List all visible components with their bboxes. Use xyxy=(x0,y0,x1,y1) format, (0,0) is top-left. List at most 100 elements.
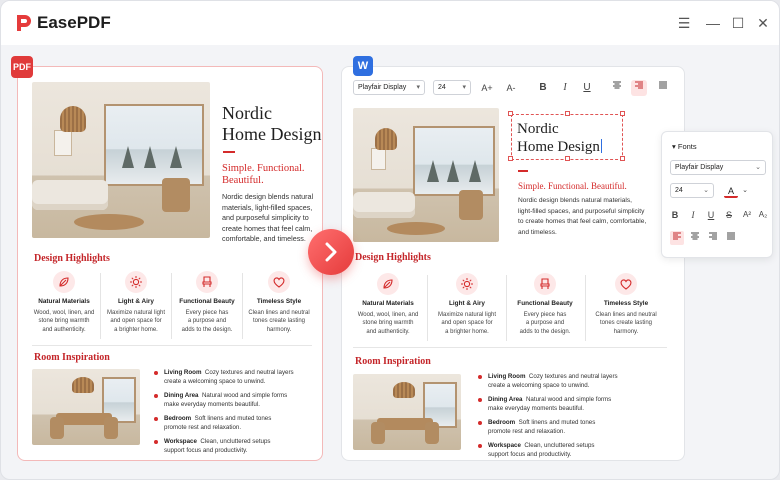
align-center-icon xyxy=(691,232,699,240)
shrink-font-button[interactable]: A- xyxy=(503,80,519,96)
word-badge: W xyxy=(353,56,373,76)
heart-icon xyxy=(615,273,637,295)
doc-subtitle: Simple. Functional. Beautiful. xyxy=(222,163,305,186)
font-color-button[interactable]: A xyxy=(724,184,738,198)
inspiration-heading[interactable]: Room Inspiration xyxy=(355,356,431,367)
chair-icon xyxy=(196,271,218,293)
panel-superscript-button[interactable]: A² xyxy=(740,208,754,222)
panel-font-size-select[interactable]: 24 ⌄ xyxy=(670,183,714,198)
app-name: EasePDF xyxy=(37,13,111,32)
chair-icon xyxy=(534,273,556,295)
list-item[interactable]: Bedroom Soft linens and muted tones promo… xyxy=(478,419,668,436)
panel-bold-button[interactable]: B xyxy=(668,208,682,222)
title-bar: EasePDF ☰ — ☐ ✕ xyxy=(1,1,779,45)
feature-functional-beauty[interactable]: Functional Beauty Every piece has a purpo… xyxy=(506,273,584,336)
align-center-icon xyxy=(613,81,621,89)
list-item[interactable]: Workspace Clean, uncluttered setups suppo… xyxy=(478,442,668,459)
leaf-icon xyxy=(377,273,399,295)
resize-handle[interactable] xyxy=(565,111,570,116)
highlights-heading[interactable]: Design Highlights xyxy=(355,252,431,263)
align-left-icon xyxy=(673,232,681,240)
title-divider xyxy=(518,170,528,172)
italic-button[interactable]: I xyxy=(557,80,573,96)
resize-handle[interactable] xyxy=(620,111,625,116)
feature-timeless-style[interactable]: Timeless Style Clean lines and neutral to… xyxy=(586,273,666,336)
doc-title-editable[interactable]: Nordic Home Design xyxy=(517,120,602,156)
feature-light-airy[interactable]: Light & Airy Maximize natural light and o… xyxy=(428,273,506,336)
align-right-icon xyxy=(635,81,643,89)
list-item: Workspace Clean, uncluttered setups suppo… xyxy=(154,438,314,455)
menu-button[interactable]: ☰ xyxy=(675,14,693,32)
chevron-down-icon: ▾ xyxy=(416,84,420,91)
list-item: Bedroom Soft linens and muted tones promo… xyxy=(154,415,314,432)
chevron-right-icon xyxy=(325,242,337,262)
align-justify-icon xyxy=(659,81,667,89)
hero-living-room-image xyxy=(353,108,499,242)
panel-subscript-button[interactable]: A₂ xyxy=(756,208,770,222)
room-list: Living Room Cozy textures and neutral la… xyxy=(154,369,314,460)
font-color-dropdown[interactable]: ⌄ xyxy=(738,184,752,198)
panel-align-justify-button[interactable] xyxy=(724,231,738,245)
doc-subtitle[interactable]: Simple. Functional. Beautiful. xyxy=(518,180,627,192)
heart-icon xyxy=(268,271,290,293)
maximize-button[interactable]: ☐ xyxy=(729,14,747,32)
doc-title: Nordic Home Design xyxy=(222,103,322,144)
font-family-select[interactable]: Playfair Display ▾ xyxy=(353,80,425,95)
bold-button[interactable]: B xyxy=(535,80,551,96)
align-center-button[interactable] xyxy=(609,80,625,96)
intro-paragraph: Nordic design blends natural materials, … xyxy=(222,192,314,243)
fonts-panel-title[interactable]: ▾ Fonts xyxy=(672,142,697,151)
resize-handle[interactable] xyxy=(565,156,570,161)
panel-align-right-button[interactable] xyxy=(706,231,720,245)
sun-icon xyxy=(125,271,147,293)
panel-strikethrough-button[interactable]: S xyxy=(722,208,736,222)
convert-arrow-button[interactable] xyxy=(308,229,354,275)
resize-handle[interactable] xyxy=(620,156,625,161)
inspiration-heading: Room Inspiration xyxy=(34,352,110,363)
word-page-editor[interactable]: Nordic Home Design Simple. Functional. B… xyxy=(341,66,685,461)
resize-handle[interactable] xyxy=(508,156,513,161)
align-justify-button[interactable] xyxy=(655,80,671,96)
align-justify-icon xyxy=(727,232,735,240)
feature-natural-materials[interactable]: Natural Materials Wood, wool, linen, and… xyxy=(350,273,426,336)
align-right-button[interactable] xyxy=(631,80,647,96)
dining-room-image xyxy=(32,369,140,445)
panel-underline-button[interactable]: U xyxy=(704,208,718,222)
list-item[interactable]: Dining Area Natural wood and simple form… xyxy=(478,396,668,413)
list-item: Living Room Cozy textures and neutral la… xyxy=(154,369,314,386)
feature-timeless-style: Timeless Style Clean lines and neutral to… xyxy=(244,271,314,334)
font-size-select[interactable]: 24 ▾ xyxy=(433,80,471,95)
leaf-icon xyxy=(53,271,75,293)
intro-paragraph[interactable]: Nordic design blends natural materials, … xyxy=(518,196,646,238)
resize-handle[interactable] xyxy=(508,111,513,116)
sun-icon xyxy=(456,273,478,295)
panel-align-center-button[interactable] xyxy=(688,231,702,245)
text-cursor xyxy=(600,139,602,153)
pdf-page-preview: Nordic Home Design Simple. Functional. B… xyxy=(17,66,323,461)
feature-natural-materials: Natural Materials Wood, wool, linen, and… xyxy=(30,271,98,334)
underline-button[interactable]: U xyxy=(579,80,595,96)
grow-font-button[interactable]: A+ xyxy=(479,80,495,96)
panel-font-family-select[interactable]: Playfair Display ⌄ xyxy=(670,160,766,175)
format-toolbar: Playfair Display ▾ 24 ▾ A+ A- B I U xyxy=(347,75,677,101)
close-button[interactable]: ✕ xyxy=(754,14,772,32)
align-right-icon xyxy=(709,232,717,240)
title-divider xyxy=(223,151,235,153)
list-item[interactable]: Living Room Cozy textures and neutral la… xyxy=(478,373,668,390)
chevron-down-icon: ⌄ xyxy=(703,187,709,194)
panel-italic-button[interactable]: I xyxy=(686,208,700,222)
list-item: Dining Area Natural wood and simple form… xyxy=(154,392,314,409)
minimize-button[interactable]: — xyxy=(704,14,722,32)
feature-functional-beauty: Functional Beauty Every piece has a purpo… xyxy=(173,271,241,334)
pdf-badge: PDF xyxy=(11,56,33,78)
highlights-heading: Design Highlights xyxy=(34,253,110,264)
hero-living-room-image xyxy=(32,82,210,238)
room-list[interactable]: Living Room Cozy textures and neutral la… xyxy=(478,373,668,460)
dining-room-image xyxy=(353,374,461,450)
panel-align-left-button[interactable] xyxy=(670,231,684,245)
easepdf-logo-icon xyxy=(17,15,31,31)
chevron-down-icon: ⌄ xyxy=(755,164,761,171)
app-window: EasePDF ☰ — ☐ ✕ PDF W Nordic Home Design… xyxy=(0,0,780,480)
feature-light-airy: Light & Airy Maximize natural light and o… xyxy=(102,271,170,334)
chevron-down-icon: ▾ xyxy=(462,84,466,91)
